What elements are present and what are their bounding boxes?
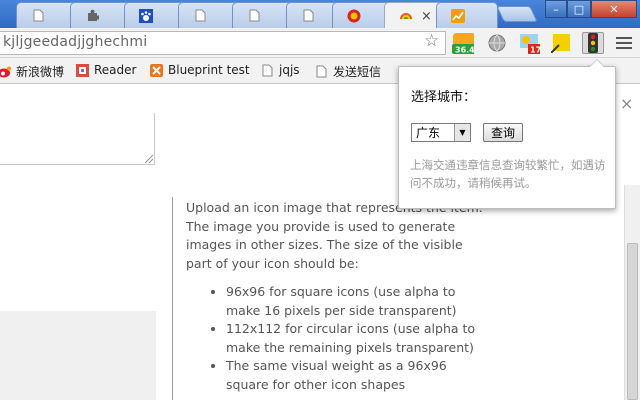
close-panel-icon[interactable]: ×	[620, 94, 633, 113]
query-button[interactable]: 查询	[483, 123, 523, 142]
resize-grip-icon[interactable]	[145, 155, 153, 163]
chrome-menu-icon[interactable]	[616, 34, 632, 50]
bookmark-weibo[interactable]: 新浪微博	[0, 63, 64, 80]
city-select[interactable]: 广东 ▼	[411, 123, 471, 142]
toolbar: kjljgeedadjjghechmi ☆	[0, 28, 640, 58]
tab-1[interactable]	[16, 2, 78, 28]
icon-preview-area	[0, 311, 156, 400]
popup-note: 上海交通违章信息查询较繁忙，如遇访问不成功，请稍候再试。	[410, 158, 606, 190]
new-tab-button[interactable]	[496, 6, 538, 22]
chrome-colors-icon	[399, 9, 413, 23]
bookmark-sms[interactable]: 发送短信	[315, 63, 381, 80]
minimize-button[interactable]: –	[545, 0, 567, 18]
bookmark-label: Reader	[94, 63, 137, 77]
restore-button[interactable]: □	[567, 0, 591, 18]
puzzle-icon	[85, 9, 99, 23]
address-bar[interactable]: kjljgeedadjjghechmi	[0, 31, 446, 55]
divider	[172, 197, 173, 400]
document-icon	[193, 9, 207, 23]
chart-icon	[451, 8, 465, 23]
tab-5[interactable]	[232, 2, 294, 28]
list-item: The same visual weight as a 96x96 square…	[226, 357, 486, 394]
chevron-down-icon[interactable]: ▼	[454, 124, 470, 141]
bookmark-jqjs[interactable]: jqjs	[261, 63, 300, 77]
fish-app-badge: 36.4	[455, 46, 474, 55]
help-paragraph: Upload an icon image that represents the…	[186, 200, 483, 271]
traffic-light-icon[interactable]	[582, 32, 604, 54]
bookmark-label: 新浪微博	[16, 65, 65, 79]
page-icon	[261, 64, 274, 77]
bookmark-reader[interactable]: Reader	[76, 63, 136, 77]
weather-icon[interactable]: 17	[518, 32, 540, 54]
bookmark-label: jqjs	[279, 63, 300, 77]
reader-icon	[76, 63, 89, 77]
tab-strip: × – □ ✕	[0, 0, 640, 29]
sticky-note-icon[interactable]	[550, 32, 572, 54]
bookmark-label: 发送短信	[333, 65, 382, 79]
close-window-button[interactable]: ✕	[591, 0, 637, 18]
traffic-query-popup: 选择城市： 广东 ▼ 查询 上海交通违章信息查询较繁忙，如遇访问不成功，请稍候再…	[398, 59, 616, 209]
fish-app-icon[interactable]: 36.4	[452, 32, 474, 54]
document-icon	[301, 9, 315, 23]
bookmark-star-icon[interactable]: ☆	[424, 31, 439, 51]
tab-7[interactable]	[332, 2, 392, 28]
tab-2[interactable]	[70, 2, 132, 28]
tab-close-button[interactable]: ×	[421, 9, 432, 24]
bookmark-label: Blueprint test	[168, 63, 250, 77]
tab-8[interactable]	[436, 2, 498, 28]
scrollbar-thumb[interactable]	[627, 243, 638, 400]
weather-badge: 17	[530, 46, 540, 55]
list-item: 96x96 for square icons (use alpha to mak…	[226, 283, 486, 320]
bookmark-blueprint[interactable]: Blueprint test	[150, 63, 250, 77]
blueprint-icon	[150, 63, 163, 77]
page-icon	[315, 65, 328, 78]
tab-3[interactable]	[124, 2, 186, 28]
tab-4[interactable]	[178, 2, 240, 28]
city-select-value: 广东	[416, 126, 441, 140]
document-icon	[31, 9, 45, 23]
popup-title: 选择城市：	[411, 90, 477, 105]
description-textarea[interactable]	[0, 113, 155, 165]
list-item: 112x112 for circular icons (use alpha to…	[226, 320, 486, 357]
paw-icon	[139, 8, 153, 23]
icon-size-list: 96x96 for square icons (use alpha to mak…	[226, 283, 486, 394]
emblem-icon	[347, 9, 361, 23]
globe-icon[interactable]	[486, 32, 508, 54]
weibo-icon	[0, 65, 11, 78]
icon-help-text: Upload an icon image that represents the…	[186, 199, 486, 394]
document-icon	[247, 9, 261, 23]
